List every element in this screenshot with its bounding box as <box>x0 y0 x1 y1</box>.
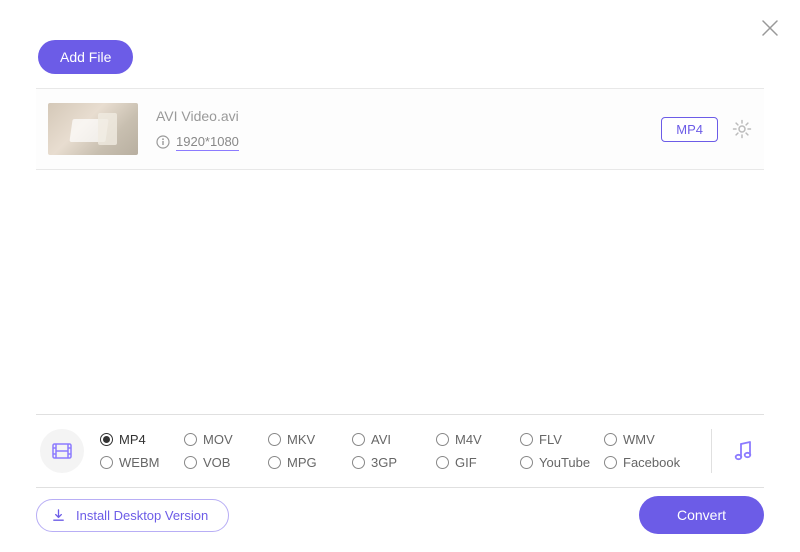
format-label: M4V <box>455 432 482 447</box>
format-option-facebook[interactable]: Facebook <box>604 455 688 470</box>
format-label: WEBM <box>119 455 159 470</box>
format-option-gif[interactable]: GIF <box>436 455 520 470</box>
format-option-3gp[interactable]: 3GP <box>352 455 436 470</box>
download-icon <box>51 508 66 523</box>
radio-icon <box>604 456 617 469</box>
format-label: VOB <box>203 455 230 470</box>
file-row: AVI Video.avi 1920*1080 MP4 <box>36 89 764 170</box>
format-grid: MP4 MOV MKV AVI M4V FLV WMV WEBM VOB MPG 3GP GIF You… <box>100 432 693 470</box>
format-section: MP4 MOV MKV AVI M4V FLV WMV WEBM VOB MPG 3GP GIF You… <box>36 414 764 488</box>
install-desktop-button[interactable]: Install Desktop Version <box>36 499 229 532</box>
format-label: MPG <box>287 455 317 470</box>
file-list: AVI Video.avi 1920*1080 MP4 <box>36 88 764 170</box>
format-label: MKV <box>287 432 315 447</box>
format-option-avi[interactable]: AVI <box>352 432 436 447</box>
radio-icon <box>268 456 281 469</box>
format-option-youtube[interactable]: YouTube <box>520 455 604 470</box>
radio-icon <box>604 433 617 446</box>
radio-icon <box>436 433 449 446</box>
convert-button[interactable]: Convert <box>639 496 764 534</box>
audio-category-icon[interactable] <box>730 437 758 465</box>
file-name: AVI Video.avi <box>156 108 661 124</box>
radio-icon <box>100 456 113 469</box>
format-option-mpg[interactable]: MPG <box>268 455 352 470</box>
install-desktop-label: Install Desktop Version <box>76 508 208 523</box>
radio-icon <box>268 433 281 446</box>
format-label: FLV <box>539 432 562 447</box>
bottom-bar: Install Desktop Version Convert <box>36 496 764 534</box>
format-label: 3GP <box>371 455 397 470</box>
format-option-webm[interactable]: WEBM <box>100 455 184 470</box>
format-option-wmv[interactable]: WMV <box>604 432 688 447</box>
format-option-flv[interactable]: FLV <box>520 432 604 447</box>
info-icon[interactable] <box>156 135 170 149</box>
divider <box>711 429 712 473</box>
radio-icon <box>520 433 533 446</box>
radio-icon <box>184 433 197 446</box>
radio-icon <box>352 456 365 469</box>
format-option-mp4[interactable]: MP4 <box>100 432 184 447</box>
gear-icon[interactable] <box>732 119 752 139</box>
format-option-mov[interactable]: MOV <box>184 432 268 447</box>
format-option-vob[interactable]: VOB <box>184 455 268 470</box>
format-option-m4v[interactable]: M4V <box>436 432 520 447</box>
format-label: WMV <box>623 432 655 447</box>
add-file-button[interactable]: Add File <box>38 40 133 74</box>
format-label: YouTube <box>539 455 590 470</box>
radio-icon <box>184 456 197 469</box>
file-resolution[interactable]: 1920*1080 <box>176 134 239 151</box>
file-info: AVI Video.avi 1920*1080 <box>156 108 661 151</box>
format-label: AVI <box>371 432 391 447</box>
video-thumbnail[interactable] <box>48 103 138 155</box>
radio-icon <box>520 456 533 469</box>
radio-icon <box>436 456 449 469</box>
close-icon[interactable] <box>760 18 780 38</box>
video-category-icon[interactable] <box>40 429 84 473</box>
format-label: Facebook <box>623 455 680 470</box>
radio-icon <box>100 433 113 446</box>
format-label: MP4 <box>119 432 146 447</box>
format-label: MOV <box>203 432 233 447</box>
radio-icon <box>352 433 365 446</box>
output-format-badge[interactable]: MP4 <box>661 117 718 142</box>
format-label: GIF <box>455 455 477 470</box>
format-option-mkv[interactable]: MKV <box>268 432 352 447</box>
